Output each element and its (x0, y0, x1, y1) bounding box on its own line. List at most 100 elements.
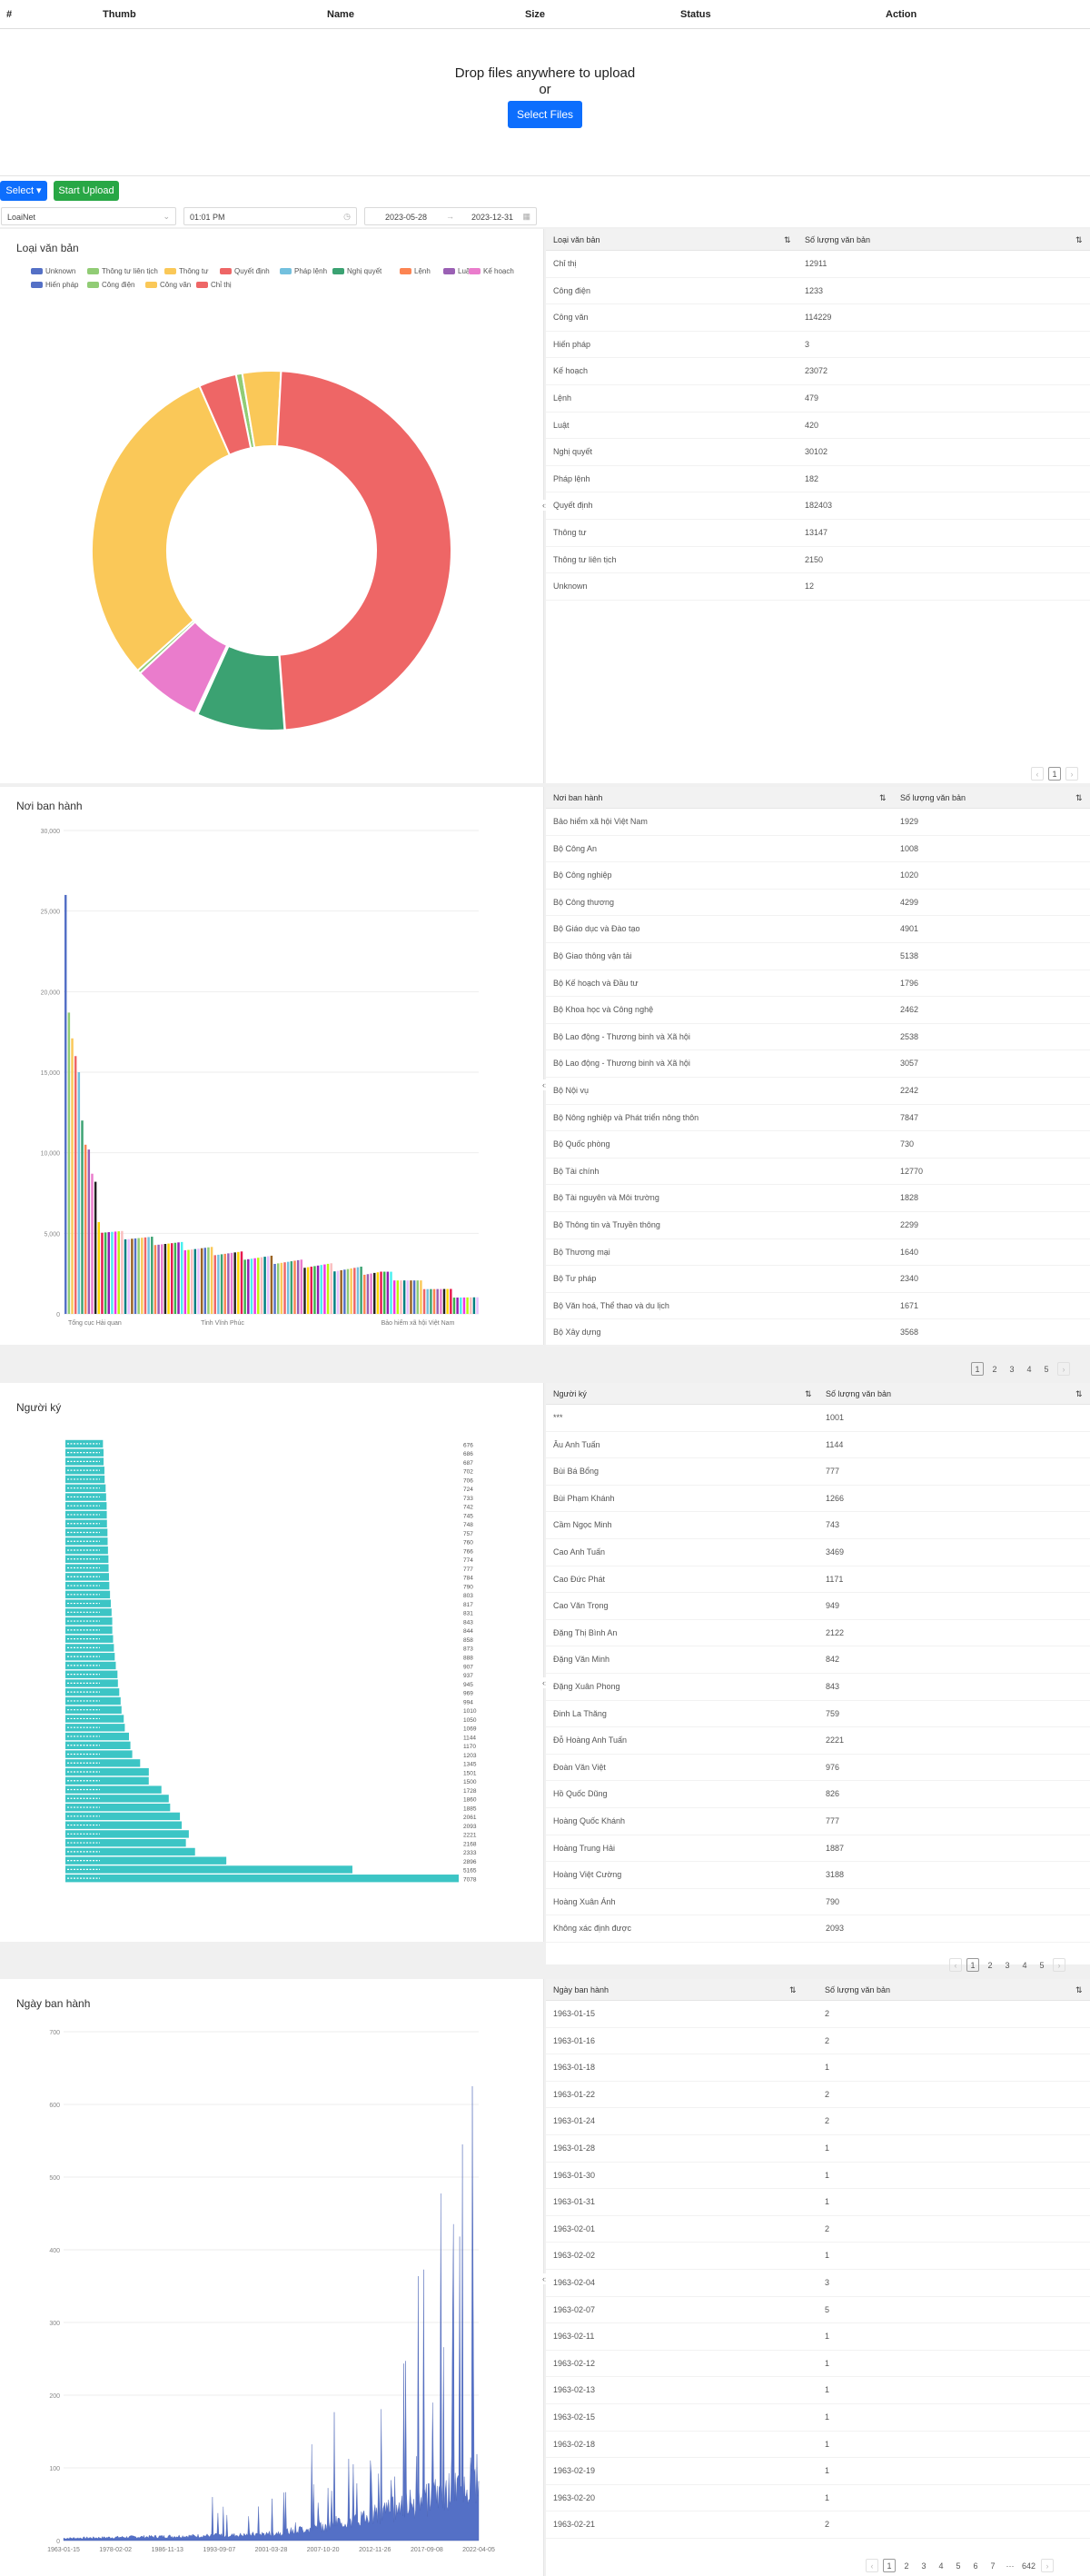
table-row[interactable]: Không xác định được 2093 (546, 1915, 1090, 1943)
page-button[interactable]: ‹ (1031, 767, 1044, 781)
table-row[interactable]: Unknown 12 (546, 573, 1090, 601)
table-row[interactable]: Bộ Lao động - Thương binh và Xã hội 2538 (546, 1024, 1090, 1051)
table-row[interactable]: Hoàng Việt Cường 3188 (546, 1862, 1090, 1889)
table-row[interactable]: Hồ Quốc Dũng 826 (546, 1781, 1090, 1808)
page-button[interactable]: 1 (1048, 767, 1061, 781)
table-row[interactable]: Kế hoạch 23072 (546, 358, 1090, 385)
table-row[interactable]: Bộ Nông nghiệp và Phát triển nông thôn 78… (546, 1105, 1090, 1132)
sort-icon[interactable]: ⇅ (805, 1389, 812, 1399)
page-button[interactable]: ‹ (949, 1958, 962, 1972)
table-row[interactable]: Đặng Văn Minh 842 (546, 1646, 1090, 1674)
table-row[interactable]: Đặng Thị Bình An 2122 (546, 1620, 1090, 1647)
table-row[interactable]: Bộ Xây dựng 3568 (546, 1319, 1090, 1347)
table-row[interactable]: 1963-01-24 2 (546, 2108, 1090, 2135)
table-row[interactable]: Bộ Tư pháp 2340 (546, 1266, 1090, 1293)
table-row[interactable]: 1963-01-30 1 (546, 2163, 1090, 2190)
page-button[interactable]: 3 (1006, 1362, 1018, 1376)
page-button[interactable]: 2 (984, 1958, 996, 1972)
table-row[interactable]: 1963-02-11 1 (546, 2323, 1090, 2351)
noi-col2[interactable]: Số lượng văn bản (900, 793, 966, 802)
page-button[interactable]: 2 (900, 2559, 913, 2572)
page-button[interactable]: 3 (917, 2559, 930, 2572)
sort-icon[interactable]: ⇅ (1075, 793, 1083, 803)
table-row[interactable]: Cao Văn Trọng 949 (546, 1593, 1090, 1620)
sort-icon[interactable]: ⇅ (879, 793, 887, 803)
table-row[interactable]: Bộ Công nghiệp 1020 (546, 862, 1090, 890)
table-row[interactable]: Bộ Tài nguyên và Môi trường 1828 (546, 1185, 1090, 1212)
table-row[interactable]: 1963-01-22 2 (546, 2082, 1090, 2109)
table-row[interactable]: Bộ Thông tin và Truyền thông 2299 (546, 1212, 1090, 1239)
table-row[interactable]: Bộ Công An 1008 (546, 836, 1090, 863)
select-dropdown-button[interactable]: Select ▾ (0, 181, 47, 201)
table-row[interactable]: Bộ Giáo dục và Đào tạo 4901 (546, 916, 1090, 943)
table-row[interactable]: Bùi Bá Bổng 777 (546, 1458, 1090, 1486)
table-row[interactable]: *** 1001 (546, 1405, 1090, 1432)
page-button[interactable]: › (1057, 1362, 1070, 1376)
table-row[interactable]: 1963-02-02 1 (546, 2243, 1090, 2270)
table-row[interactable]: 1963-02-20 1 (546, 2485, 1090, 2512)
page-button[interactable]: ··· (1004, 2559, 1016, 2572)
sort-icon[interactable]: ⇅ (1075, 1389, 1083, 1399)
table-row[interactable]: Quyết định 182403 (546, 492, 1090, 520)
table-row[interactable]: Hoàng Xuân Ánh 790 (546, 1889, 1090, 1916)
table-row[interactable]: Bộ Kế hoạch và Đầu tư 1796 (546, 970, 1090, 998)
table-row[interactable]: 1963-02-04 3 (546, 2270, 1090, 2297)
table-row[interactable]: Hiến pháp 3 (546, 332, 1090, 359)
table-row[interactable]: Cao Anh Tuấn 3469 (546, 1539, 1090, 1566)
table-row[interactable]: 1963-02-07 5 (546, 2297, 1090, 2324)
table-row[interactable]: Thông tư 13147 (546, 520, 1090, 547)
loai-col2[interactable]: Số lượng văn bản (805, 235, 870, 244)
table-row[interactable]: Pháp lệnh 182 (546, 466, 1090, 493)
page-button[interactable]: › (1053, 1958, 1065, 1972)
table-row[interactable]: 1963-01-18 1 (546, 2054, 1090, 2082)
page-button[interactable]: 3 (1001, 1958, 1014, 1972)
start-upload-button[interactable]: Start Upload (54, 181, 119, 201)
table-row[interactable]: Cầm Ngọc Minh 743 (546, 1512, 1090, 1539)
sort-icon[interactable]: ⇅ (789, 1985, 797, 1995)
noi-col1[interactable]: Nơi ban hành (553, 793, 602, 802)
table-row[interactable]: Bộ Giao thông vận tải 5138 (546, 943, 1090, 970)
nguoi-col2[interactable]: Số lượng văn bản (826, 1389, 891, 1398)
table-row[interactable]: 1963-02-21 2 (546, 2511, 1090, 2539)
page-button[interactable]: 5 (1036, 1958, 1048, 1972)
loai-col1[interactable]: Loại văn bản (553, 235, 600, 244)
table-row[interactable]: Hoàng Quốc Khánh 777 (546, 1808, 1090, 1835)
table-row[interactable]: 1963-02-13 1 (546, 2377, 1090, 2404)
page-button[interactable]: 1 (966, 1958, 979, 1972)
page-button[interactable]: 6 (969, 2559, 982, 2572)
table-row[interactable]: Chỉ thị 12911 (546, 251, 1090, 278)
table-row[interactable]: Bộ Thương mại 1640 (546, 1239, 1090, 1267)
page-button[interactable]: 5 (952, 2559, 965, 2572)
table-row[interactable]: Bộ Quốc phòng 730 (546, 1131, 1090, 1159)
sort-icon[interactable]: ⇅ (784, 235, 791, 245)
page-button[interactable]: 5 (1040, 1362, 1053, 1376)
table-row[interactable]: Bộ Công thương 4299 (546, 890, 1090, 917)
page-button[interactable]: 2 (988, 1362, 1001, 1376)
date-range-picker[interactable]: 2023-05-28 → 2023-12-31 ▦ (364, 207, 537, 225)
table-row[interactable]: 1963-02-01 2 (546, 2216, 1090, 2243)
table-row[interactable]: Đoàn Văn Việt 976 (546, 1755, 1090, 1782)
sort-icon[interactable]: ⇅ (1075, 235, 1083, 245)
table-row[interactable]: 1963-02-15 1 (546, 2404, 1090, 2432)
dropzone[interactable]: Drop files anywhere to upload or Select … (0, 29, 1090, 176)
page-button[interactable]: › (1041, 2559, 1055, 2572)
nguoi-col1[interactable]: Người ký (553, 1389, 587, 1398)
page-button[interactable]: 7 (986, 2559, 999, 2572)
table-row[interactable]: 1963-01-31 1 (546, 2189, 1090, 2216)
table-row[interactable]: 1963-01-16 2 (546, 2028, 1090, 2055)
page-button[interactable]: 1 (883, 2559, 896, 2572)
page-button[interactable]: 642 (1021, 2559, 1036, 2572)
table-row[interactable]: Luật 420 (546, 413, 1090, 440)
table-row[interactable]: Bùi Phạm Khánh 1266 (546, 1486, 1090, 1513)
table-row[interactable]: 1963-01-28 1 (546, 2135, 1090, 2163)
table-row[interactable]: Bộ Lao động - Thương binh và Xã hội 3057 (546, 1050, 1090, 1078)
table-row[interactable]: Bộ Văn hoá, Thể thao và du lịch 1671 (546, 1293, 1090, 1320)
table-row[interactable]: Lệnh 479 (546, 385, 1090, 413)
table-row[interactable]: Đỗ Hoàng Anh Tuấn 2221 (546, 1727, 1090, 1755)
time-picker[interactable]: 01:01 PM ◷ (183, 207, 357, 225)
table-row[interactable]: 1963-01-15 2 (546, 2001, 1090, 2028)
table-row[interactable]: Bảo hiểm xã hội Việt Nam 1929 (546, 809, 1090, 836)
select-files-button[interactable]: Select Files (508, 101, 582, 128)
page-button[interactable]: 4 (1018, 1958, 1031, 1972)
table-row[interactable]: Bộ Nội vụ 2242 (546, 1078, 1090, 1105)
